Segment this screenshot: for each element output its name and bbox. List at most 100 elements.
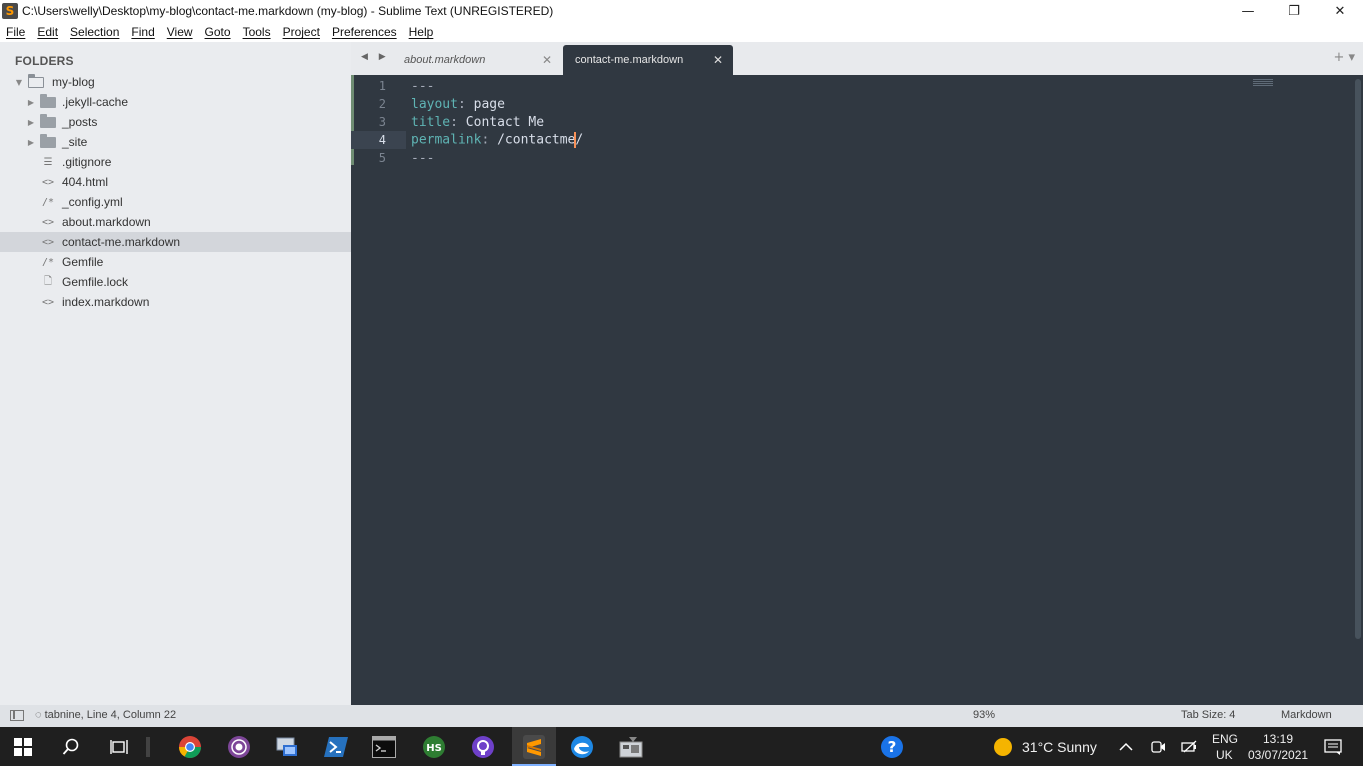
yaml-separator: :: [450, 114, 466, 130]
menu-help[interactable]: Help: [409, 25, 434, 39]
minimap[interactable]: [1253, 79, 1273, 87]
terminal-icon[interactable]: [371, 734, 397, 760]
editor-line-current[interactable]: 4 permalink: /contactme/: [351, 131, 1351, 149]
tree-item-404-html[interactable]: <> 404.html: [0, 172, 351, 192]
tab-strip: ◀ ▶ about.markdown ✕ contact-me.markdown…: [351, 42, 1363, 75]
tree-label: _site: [62, 135, 88, 149]
search-icon[interactable]: [58, 734, 84, 760]
weather-text[interactable]: 31°C Sunny: [1022, 739, 1097, 755]
hs-app-icon[interactable]: HS: [421, 734, 447, 760]
menu-tools[interactable]: Tools: [243, 25, 271, 39]
menu-view[interactable]: View: [167, 25, 193, 39]
app-window-icon[interactable]: [618, 734, 644, 760]
minimize-button[interactable]: —: [1225, 0, 1271, 22]
show-panel-icon[interactable]: [10, 710, 24, 721]
tree-item-jekyll-cache[interactable]: ▶ .jekyll-cache: [0, 92, 351, 112]
powershell-icon[interactable]: [323, 734, 349, 760]
new-tab-and-overflow-icon[interactable]: + ▾: [1333, 50, 1355, 65]
windows-start-icon[interactable]: [10, 734, 36, 760]
code-file-icon: <>: [41, 176, 55, 188]
comment-file-icon: /*: [41, 196, 55, 208]
editor-line[interactable]: 2 layout: page: [351, 95, 1351, 113]
tree-item-gemfile-lock[interactable]: 🗋 Gemfile.lock: [0, 272, 351, 292]
code-text: ---: [411, 78, 435, 94]
sun-weather-icon[interactable]: [990, 734, 1016, 760]
tree-item-gitignore[interactable]: ☰ .gitignore: [0, 152, 351, 172]
editor-line[interactable]: 5 ---: [351, 149, 1351, 167]
menu-preferences[interactable]: Preferences: [332, 25, 397, 39]
tab-contact-me-markdown[interactable]: contact-me.markdown ✕: [563, 45, 733, 75]
help-icon[interactable]: ?: [879, 734, 905, 760]
comment-file-icon: /*: [41, 256, 55, 268]
code-editor[interactable]: 1 --- 2 layout: page 3 title: Contact Me…: [351, 75, 1363, 705]
language-indicator[interactable]: ENG: [1212, 732, 1238, 746]
sublime-app-icon: S: [2, 3, 18, 19]
remote-desktop-icon[interactable]: [274, 734, 300, 760]
menu-find[interactable]: Find: [131, 25, 154, 39]
editor-line[interactable]: 1 ---: [351, 77, 1351, 95]
clock-date[interactable]: 03/07/2021: [1248, 748, 1308, 762]
tree-label: 404.html: [62, 175, 109, 189]
menu-bar: File Edit Selection Find View Goto Tools…: [0, 22, 1363, 42]
notifications-icon[interactable]: [1320, 734, 1346, 760]
code-file-icon: <>: [41, 216, 55, 228]
editor-line[interactable]: 3 title: Contact Me: [351, 113, 1351, 131]
tree-label: _posts: [62, 115, 98, 129]
status-syntax[interactable]: Markdown: [1281, 709, 1332, 721]
close-button[interactable]: ✕: [1317, 0, 1363, 22]
edge-icon[interactable]: [569, 734, 595, 760]
collapsed-arrow-icon[interactable]: ▶: [26, 138, 36, 147]
title-bar: S C:\Users\welly\Desktop\my-blog\contact…: [0, 0, 1363, 22]
tray-chevron-up-icon[interactable]: [1113, 734, 1139, 760]
yaml-key: title: [411, 114, 451, 130]
tree-root-my-blog[interactable]: ▼ my-blog: [0, 72, 351, 92]
collapsed-arrow-icon[interactable]: ▶: [26, 98, 36, 107]
folder-open-icon: [27, 73, 44, 88]
tree-label: _config.yml: [62, 195, 123, 209]
tree-item-site[interactable]: ▶ _site: [0, 132, 351, 152]
windows-taskbar: HS ? 31°C Sunny ENG UK 13:19 03/07/2021: [0, 727, 1363, 766]
status-tab-size[interactable]: Tab Size: 4: [1181, 709, 1235, 721]
menu-goto[interactable]: Goto: [205, 25, 231, 39]
collapsed-arrow-icon[interactable]: ▶: [26, 118, 36, 127]
menu-edit[interactable]: Edit: [37, 25, 58, 39]
chrome-icon[interactable]: [177, 734, 203, 760]
tree-label: contact-me.markdown: [62, 235, 181, 249]
tree-item-about-markdown[interactable]: <> about.markdown: [0, 212, 351, 232]
menu-project[interactable]: Project: [283, 25, 320, 39]
tree-item-index-markdown[interactable]: <> index.markdown: [0, 292, 351, 312]
tree-item-gemfile[interactable]: /* Gemfile: [0, 252, 351, 272]
taskbar-separator: [146, 734, 150, 760]
github-icon[interactable]: [470, 734, 496, 760]
menu-selection[interactable]: Selection: [70, 25, 119, 39]
code-text: ---: [411, 150, 435, 166]
clock-time[interactable]: 13:19: [1263, 732, 1293, 746]
code-file-icon: <>: [41, 296, 55, 308]
language-region: UK: [1216, 748, 1233, 762]
tab-about-markdown[interactable]: about.markdown ✕: [392, 45, 562, 75]
folder-icon: [40, 93, 56, 108]
expanded-arrow-icon[interactable]: ▼: [14, 78, 24, 87]
maximize-button[interactable]: ❐: [1271, 0, 1317, 22]
folder-icon: [40, 113, 56, 128]
tree-item-contact-me-markdown[interactable]: <> contact-me.markdown: [0, 232, 351, 252]
battery-network-icon[interactable]: [1177, 734, 1203, 760]
tab-close-icon[interactable]: ✕: [713, 53, 723, 67]
tree-item-posts[interactable]: ▶ _posts: [0, 112, 351, 132]
tab-nav-arrows-icon[interactable]: ◀ ▶: [361, 52, 390, 62]
status-zoom: 93%: [973, 709, 996, 721]
line-number: 3: [378, 115, 386, 129]
tab-label: about.markdown: [404, 54, 486, 66]
menu-file[interactable]: File: [6, 25, 25, 39]
vertical-scrollbar[interactable]: [1355, 79, 1361, 639]
tab-close-icon[interactable]: ✕: [542, 53, 552, 67]
tree-item-config-yml[interactable]: /* _config.yml: [0, 192, 351, 212]
line-number: 4: [351, 131, 406, 149]
yaml-separator: :: [457, 96, 474, 112]
sublime-text-icon[interactable]: [521, 734, 547, 760]
yaml-key: layout: [411, 96, 458, 112]
tor-browser-icon[interactable]: [226, 734, 252, 760]
task-view-icon[interactable]: [106, 734, 132, 760]
meet-now-icon[interactable]: [1145, 734, 1171, 760]
status-bar: ◌ tabnine, Line 4, Column 22 93% Tab Siz…: [0, 705, 1363, 727]
